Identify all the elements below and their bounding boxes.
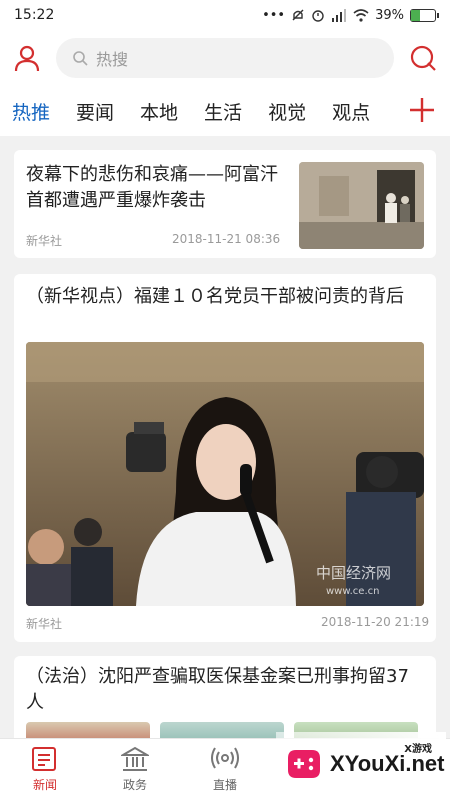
tab-life[interactable]: 生活 <box>204 98 242 125</box>
search-input[interactable]: 热搜 <box>56 38 394 78</box>
article-card[interactable]: （新华视点）福建１０名党员干部被问责的背后 中国经济网 www.ce.cn 新华… <box>14 274 436 642</box>
article-title: （法治）沈阳严查骗取医保基金案已刑事拘留37人 <box>26 666 409 713</box>
gamepad-logo-icon <box>288 750 320 778</box>
nav-live-label: 直播 <box>212 778 237 792</box>
article-card[interactable]: 夜幕下的悲伤和哀痛——阿富汗首都遭遇严重爆炸袭击 新华社 2018-11-21 … <box>14 150 436 258</box>
article-thumbnail <box>299 162 424 249</box>
alarm-icon <box>312 10 324 22</box>
image-watermark: 中国经济网 <box>316 564 391 582</box>
government-icon <box>121 746 149 771</box>
site-watermark: XYouXi.net X游戏 <box>276 732 446 796</box>
article-title: 夜幕下的悲伤和哀痛——阿富汗首都遭遇严重爆炸袭击 <box>26 164 278 211</box>
search-button-icon[interactable] <box>408 43 438 73</box>
article-date: 2018-11-20 21:19 <box>321 615 430 629</box>
dots-icon: ••• <box>262 7 286 23</box>
article-source: 新华社 <box>26 617 63 631</box>
nav-government-label: 政务 <box>122 778 147 792</box>
tab-opinion[interactable]: 观点 <box>332 98 370 125</box>
search-placeholder: 热搜 <box>96 50 129 69</box>
nav-live[interactable]: 直播 <box>180 739 270 800</box>
tab-visual[interactable]: 视觉 <box>268 98 306 125</box>
article-source: 新华社 <box>26 234 63 248</box>
battery-percent: 39% <box>375 7 404 23</box>
signal-icon <box>332 8 347 22</box>
nav-government[interactable]: 政务 <box>90 739 180 800</box>
tab-local[interactable]: 本地 <box>140 98 178 125</box>
nav-news[interactable]: 新闻 <box>0 739 90 800</box>
news-icon <box>32 747 56 771</box>
status-time: 15:22 <box>14 7 55 23</box>
user-icon[interactable] <box>12 43 42 73</box>
status-bar: 15:22 ••• 39% <box>0 0 450 30</box>
category-tabs: 热推 要闻 本地 生活 视觉 观点 <box>0 86 450 136</box>
add-tab-icon[interactable] <box>408 96 436 124</box>
tab-hot[interactable]: 热推 <box>12 98 50 125</box>
article-date: 2018-11-21 08:36 <box>172 232 281 246</box>
wifi-icon <box>353 8 369 22</box>
tab-headlines[interactable]: 要闻 <box>76 98 114 125</box>
battery-icon <box>410 8 439 22</box>
top-bar: 热搜 <box>0 30 450 86</box>
search-icon <box>73 51 88 66</box>
article-title: （新华视点）福建１０名党员干部被问责的背后 <box>26 286 404 307</box>
article-image: 中国经济网 www.ce.cn <box>26 342 424 606</box>
status-icons: ••• 39% <box>262 7 439 23</box>
mute-icon <box>292 9 304 21</box>
watermark-small: X游戏 <box>404 744 432 755</box>
nav-news-label: 新闻 <box>32 778 57 792</box>
live-broadcast-icon <box>211 747 239 769</box>
image-watermark-url: www.ce.cn <box>326 586 379 597</box>
